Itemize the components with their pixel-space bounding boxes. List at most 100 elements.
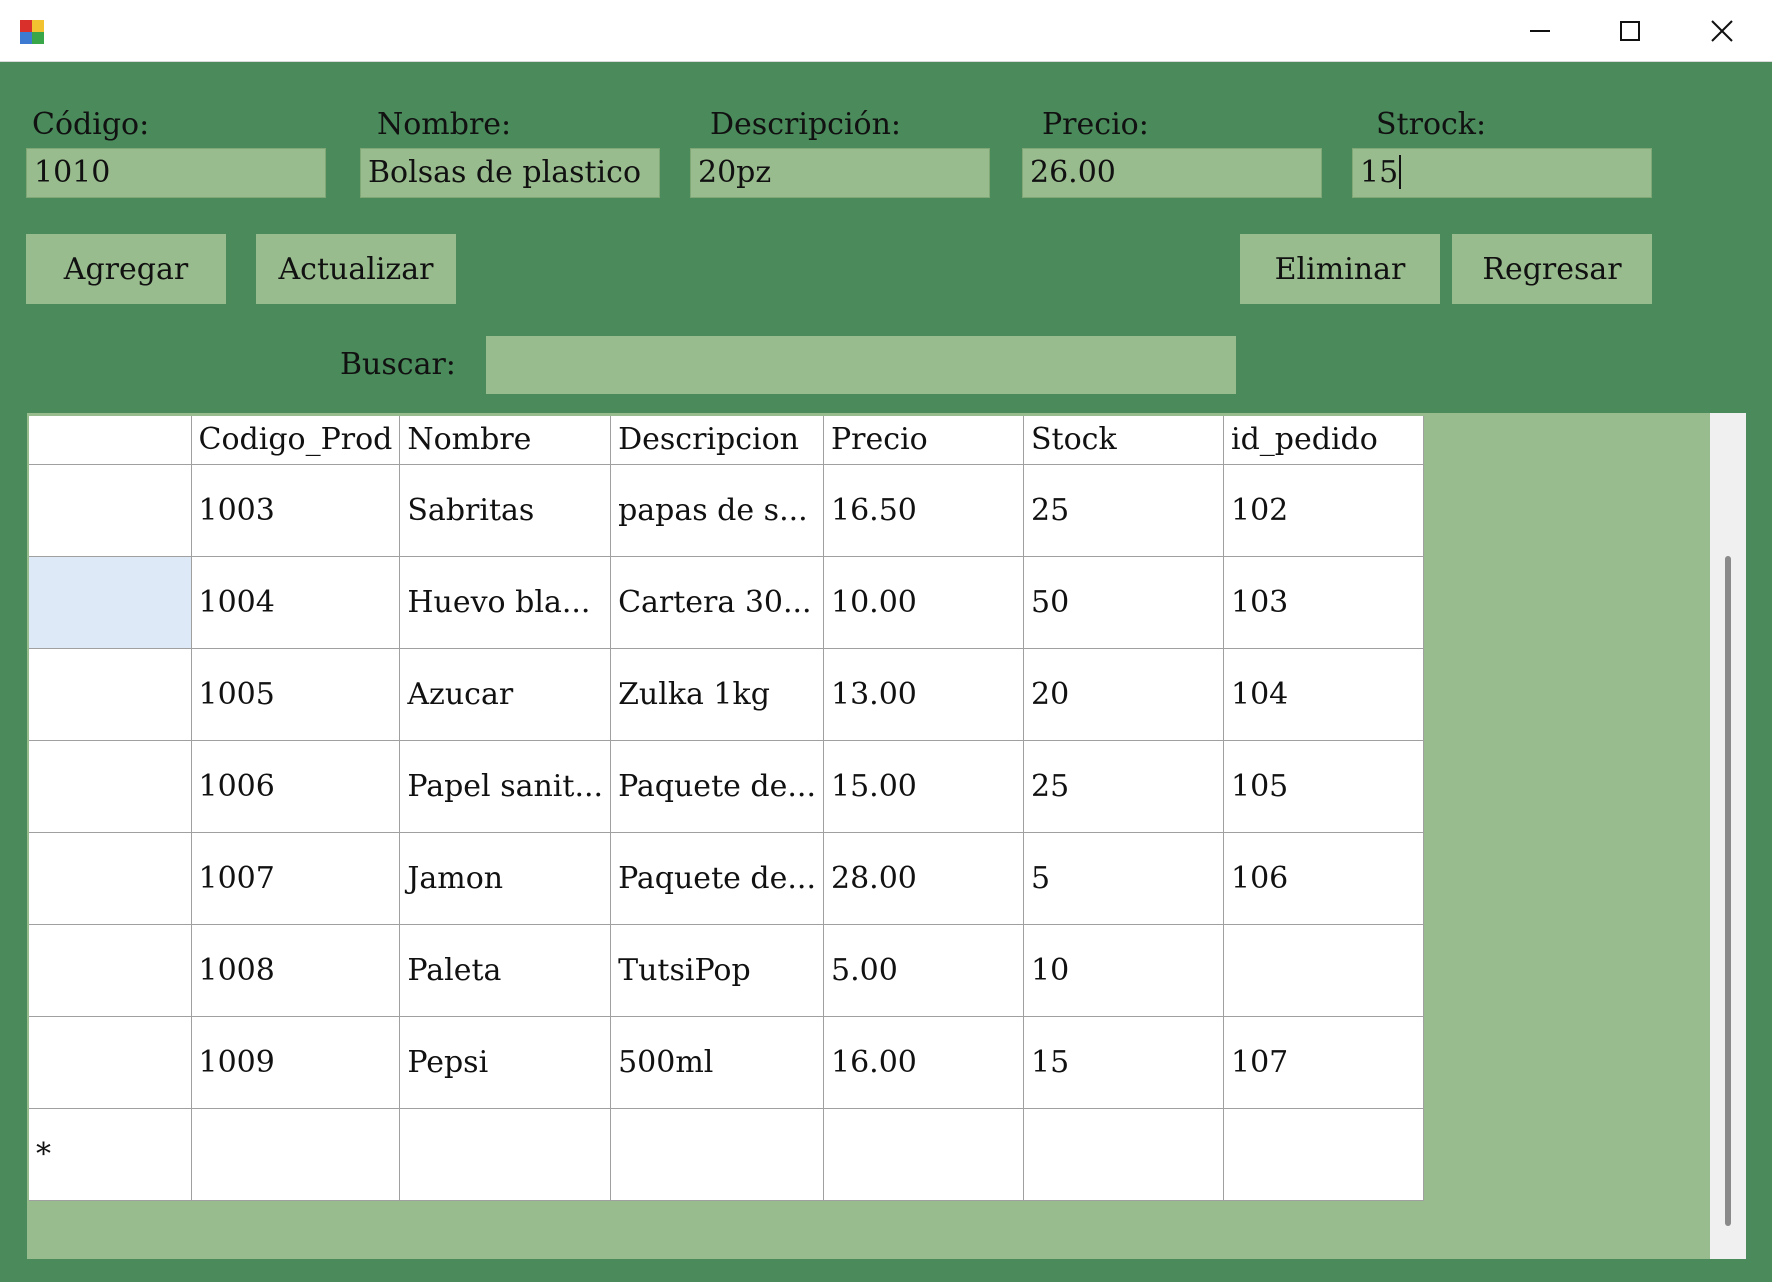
app-icon xyxy=(18,18,46,46)
cell-precio[interactable]: 10.00 xyxy=(822,555,1024,649)
products-grid[interactable]: Codigo_Prod Nombre Descripcion Precio Stock i… xyxy=(29,416,1424,1201)
cell-codigo-prod[interactable]: 1004 xyxy=(190,555,401,649)
cell-precio[interactable]: 5.00 xyxy=(822,923,1024,1017)
row-header-corner[interactable] xyxy=(29,416,192,465)
precio-field[interactable]: 26.00 xyxy=(1022,148,1322,198)
agregar-button[interactable]: Agregar xyxy=(26,234,226,304)
cell-descripcion[interactable]: Zulka 1kg xyxy=(610,647,824,741)
new-row-marker[interactable]: * xyxy=(29,1107,192,1201)
codigo-field[interactable]: 1010 xyxy=(26,148,326,198)
cell-codigo-prod[interactable]: 1003 xyxy=(190,463,401,557)
search-input[interactable] xyxy=(486,336,1236,394)
cell-id-pedido[interactable]: 106 xyxy=(1222,831,1424,925)
new-row-cell[interactable] xyxy=(1022,1107,1224,1201)
cell-descripcion[interactable]: 500ml xyxy=(610,1015,824,1109)
table-row[interactable]: 1009 Pepsi 500ml 16.00 15 107 xyxy=(29,1015,1424,1109)
cell-descripcion[interactable]: Paquete de... xyxy=(610,739,824,833)
row-header[interactable] xyxy=(29,831,192,925)
regresar-button[interactable]: Regresar xyxy=(1452,234,1652,304)
row-header[interactable] xyxy=(29,555,192,649)
table-row[interactable]: 1007 Jamon Paquete de... 28.00 5 106 xyxy=(29,831,1424,925)
cell-codigo-prod[interactable]: 1009 xyxy=(190,1015,401,1109)
cell-codigo-prod[interactable]: 1006 xyxy=(190,739,401,833)
minimize-icon xyxy=(1530,29,1550,32)
table-row[interactable]: 1003 Sabritas papas de s... 16.50 25 102 xyxy=(29,463,1424,557)
close-icon xyxy=(1711,19,1733,42)
cell-precio[interactable]: 28.00 xyxy=(822,831,1024,925)
stock-field[interactable]: 15 xyxy=(1352,148,1652,198)
cell-stock[interactable]: 25 xyxy=(1022,739,1224,833)
table-row[interactable]: 1006 Papel sanit... Paquete de... 15.00 25 10… xyxy=(29,739,1424,833)
table-row[interactable]: 1005 Azucar Zulka 1kg 13.00 20 104 xyxy=(29,647,1424,741)
new-row-cell[interactable] xyxy=(822,1107,1024,1201)
cell-codigo-prod[interactable]: 1008 xyxy=(190,923,401,1017)
cell-codigo-prod[interactable]: 1005 xyxy=(190,647,401,741)
row-header[interactable] xyxy=(29,739,192,833)
cell-stock[interactable]: 5 xyxy=(1022,831,1224,925)
nombre-field[interactable]: Bolsas de plastico xyxy=(360,148,660,198)
cell-precio[interactable]: 16.00 xyxy=(822,1015,1024,1109)
cell-nombre[interactable]: Sabritas xyxy=(399,463,612,557)
column-header-codigo-prod[interactable]: Codigo_Prod xyxy=(190,416,401,465)
cell-id-pedido[interactable]: 102 xyxy=(1222,463,1424,557)
cell-descripcion[interactable]: Cartera 30... xyxy=(610,555,824,649)
row-header[interactable] xyxy=(29,1015,192,1109)
cell-nombre[interactable]: Azucar xyxy=(399,647,612,741)
maximize-icon xyxy=(1620,20,1640,41)
search-label: Buscar: xyxy=(340,347,456,382)
cell-nombre[interactable]: Jamon xyxy=(399,831,612,925)
cell-id-pedido[interactable]: 104 xyxy=(1222,647,1424,741)
new-row-cell[interactable] xyxy=(190,1107,401,1201)
codigo-label: Código: xyxy=(32,107,150,142)
cell-nombre[interactable]: Pepsi xyxy=(399,1015,612,1109)
cell-stock[interactable]: 20 xyxy=(1022,647,1224,741)
cell-id-pedido[interactable]: 107 xyxy=(1222,1015,1424,1109)
cell-id-pedido[interactable] xyxy=(1222,923,1424,1017)
cell-id-pedido[interactable]: 105 xyxy=(1222,739,1424,833)
new-row-cell[interactable] xyxy=(399,1107,612,1201)
eliminar-button[interactable]: Eliminar xyxy=(1240,234,1440,304)
descripcion-field[interactable]: 20pz xyxy=(690,148,990,198)
grid-header-row: Codigo_Prod Nombre Descripcion Precio Stock i… xyxy=(29,416,1424,465)
stock-label: Strock: xyxy=(1376,107,1487,142)
cell-nombre[interactable]: Huevo bla... xyxy=(399,555,612,649)
scrollbar-thumb[interactable] xyxy=(1725,556,1731,1226)
new-row-cell[interactable] xyxy=(610,1107,824,1201)
maximize-button[interactable] xyxy=(1584,0,1676,61)
cell-codigo-prod[interactable]: 1007 xyxy=(190,831,401,925)
column-header-stock[interactable]: Stock xyxy=(1022,416,1224,465)
nombre-label: Nombre: xyxy=(377,107,512,142)
cell-precio[interactable]: 16.50 xyxy=(822,463,1024,557)
table-row[interactable]: 1004 Huevo bla... Cartera 30... 10.00 50 103 xyxy=(29,555,1424,649)
column-header-precio[interactable]: Precio xyxy=(822,416,1024,465)
actualizar-button[interactable]: Actualizar xyxy=(256,234,456,304)
precio-label: Precio: xyxy=(1042,107,1149,142)
cell-nombre[interactable]: Papel sanit... xyxy=(399,739,612,833)
cell-stock[interactable]: 10 xyxy=(1022,923,1224,1017)
row-header[interactable] xyxy=(29,647,192,741)
cell-precio[interactable]: 13.00 xyxy=(822,647,1024,741)
cell-nombre[interactable]: Paleta xyxy=(399,923,612,1017)
cell-stock[interactable]: 15 xyxy=(1022,1015,1224,1109)
cell-id-pedido[interactable]: 103 xyxy=(1222,555,1424,649)
minimize-button[interactable] xyxy=(1494,0,1586,61)
stock-field-value: 15 xyxy=(1360,155,1399,190)
cell-precio[interactable]: 15.00 xyxy=(822,739,1024,833)
close-button[interactable] xyxy=(1676,0,1768,61)
cell-descripcion[interactable]: papas de s... xyxy=(610,463,824,557)
text-caret xyxy=(1399,155,1402,189)
title-bar xyxy=(0,0,1772,62)
new-row[interactable]: * xyxy=(29,1107,1424,1201)
column-header-nombre[interactable]: Nombre xyxy=(399,416,612,465)
cell-stock[interactable]: 25 xyxy=(1022,463,1224,557)
row-header[interactable] xyxy=(29,463,192,557)
row-header[interactable] xyxy=(29,923,192,1017)
column-header-id-pedido[interactable]: id_pedido xyxy=(1222,416,1424,465)
table-row[interactable]: 1008 Paleta TutsiPop 5.00 10 xyxy=(29,923,1424,1017)
cell-descripcion[interactable]: Paquete de... xyxy=(610,831,824,925)
cell-stock[interactable]: 50 xyxy=(1022,555,1224,649)
column-header-descripcion[interactable]: Descripcion xyxy=(610,416,824,465)
descripcion-label: Descripción: xyxy=(710,107,902,142)
cell-descripcion[interactable]: TutsiPop xyxy=(610,923,824,1017)
new-row-cell[interactable] xyxy=(1222,1107,1424,1201)
